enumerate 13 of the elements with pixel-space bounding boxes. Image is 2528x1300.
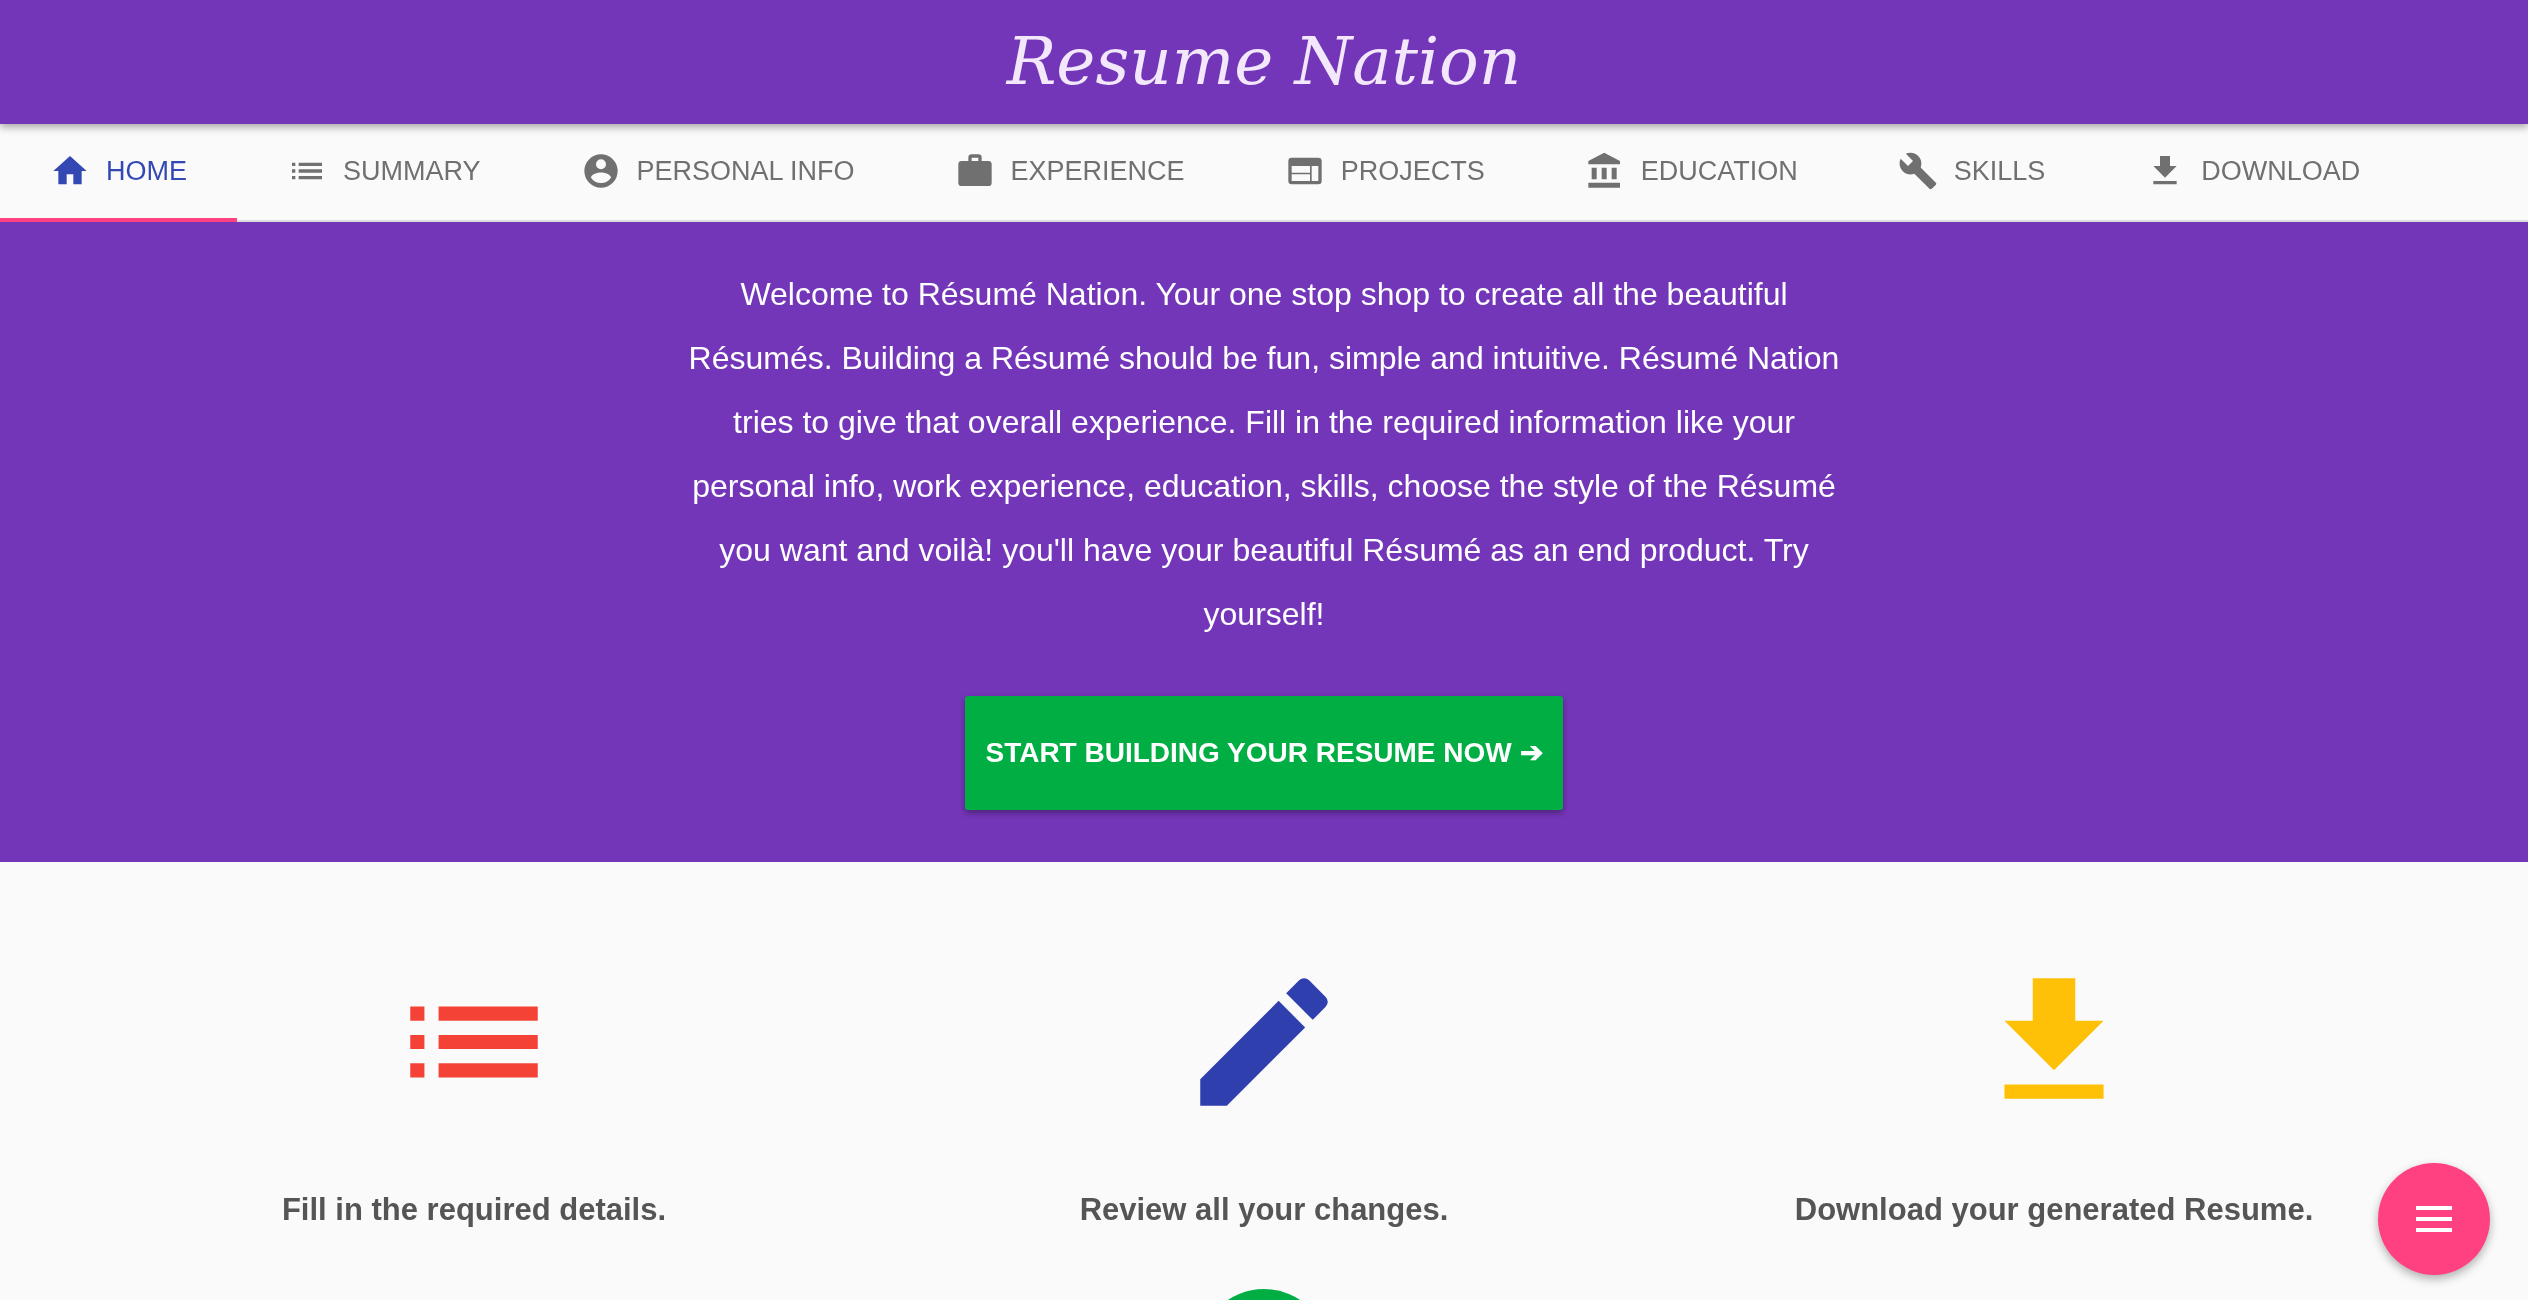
feature-caption: Fill in the required details. [281, 1191, 667, 1229]
nav-tab[interactable]: EXPERIENCE [904, 124, 1235, 222]
welcome-paragraph: Welcome to Résumé Nation. Your one stop shop to create all the beautiful Résumés. Building a Résumé should be fun, simple and intuitive. Résumé Nation tries to give that overall experience. Fill in the required information like your personal info, work experience, education, skills, choose the style of the Résumé you want and voilà! you'll have your beautiful Résumé as an end product. Try yourself! [687, 275, 1841, 634]
feature-caption: Review all your changes. [1079, 1191, 1449, 1229]
nav-tab[interactable]: SKILLS [1847, 124, 2096, 222]
nav-tab[interactable]: DOWNLOAD [2095, 124, 2411, 222]
feature-caption: Download your generated Resume. [1794, 1191, 2314, 1229]
start-building-button[interactable]: START BUILDING YOUR RESUME NOW ➔ [965, 696, 1563, 810]
nav-tab[interactable]: SUMMARY [237, 124, 531, 222]
app-title: Resume Nation [1006, 22, 1522, 102]
nav-tab[interactable]: PROJECTS [1234, 124, 1535, 222]
nav-tab[interactable]: EDUCATION [1534, 124, 1848, 222]
nav-tab[interactable]: PERSONAL INFO [530, 124, 905, 222]
